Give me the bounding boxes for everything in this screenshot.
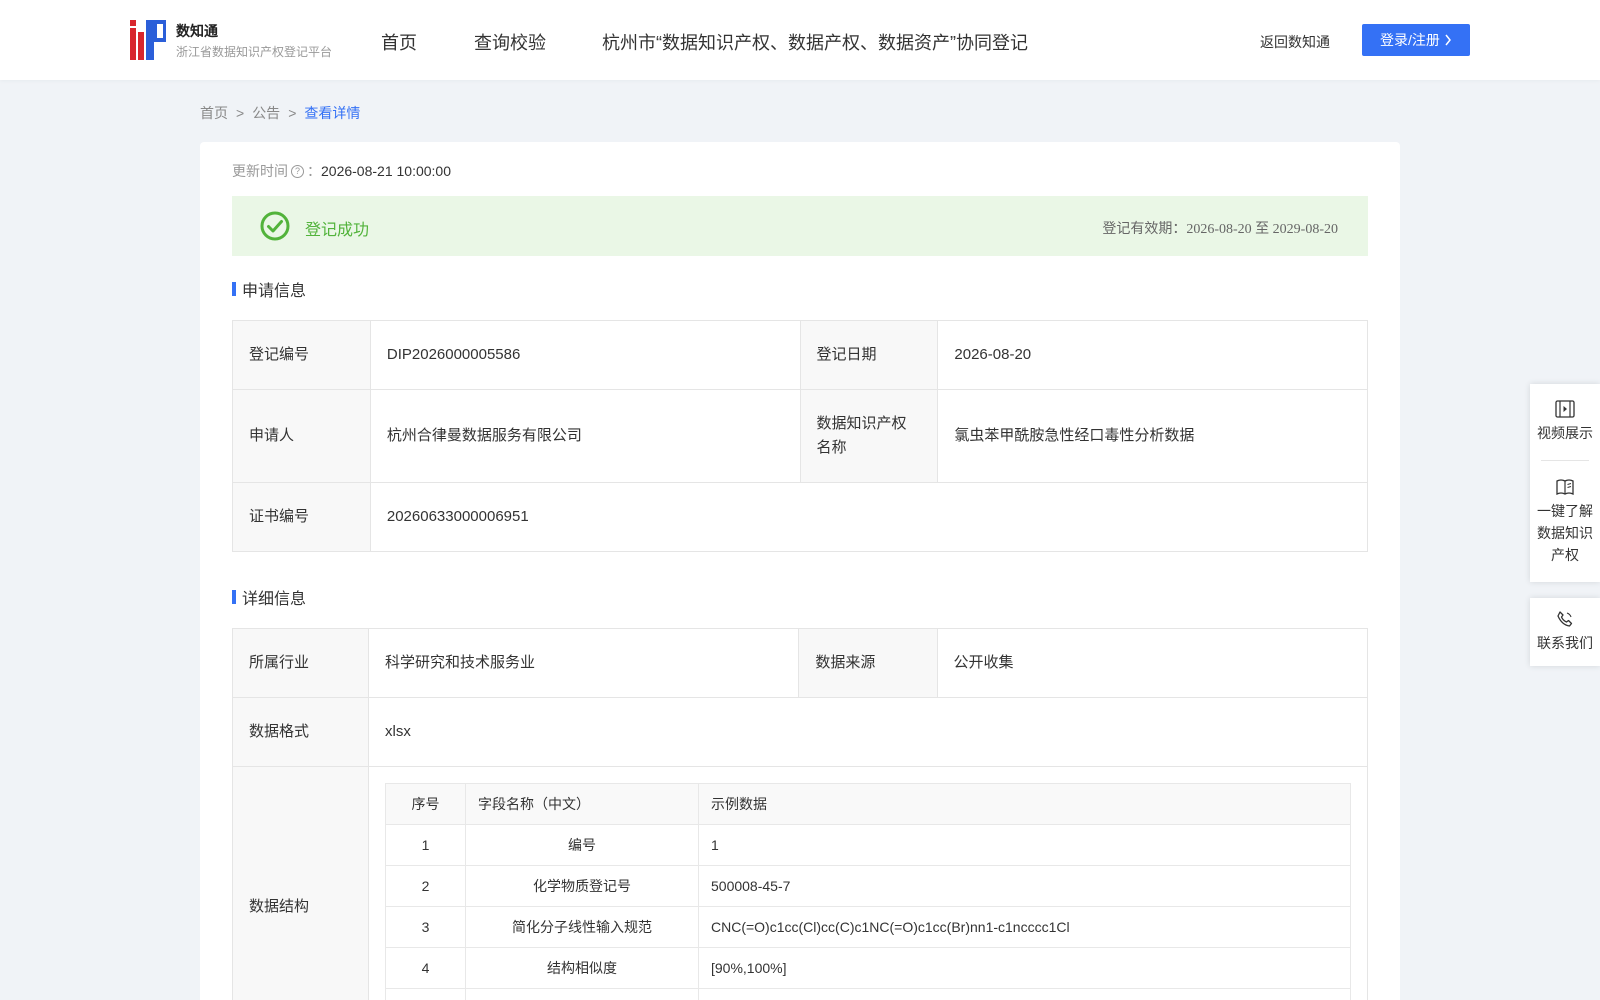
industry-value: 科学研究和技术服务业: [367, 628, 800, 698]
table-row: [385, 988, 1351, 1000]
table-row: 所属行业 科学研究和技术服务业 数据来源 公开收集: [232, 628, 1369, 698]
row-index: 3: [385, 906, 466, 948]
table-row: 4 结构相似度 [90%,100%]: [385, 947, 1351, 989]
registration-status-banner: 登记成功 登记有效期：2026-08-20 至 2029-08-20: [232, 196, 1368, 256]
apply-info-title: 申请信息: [232, 277, 306, 301]
apply-info-title-text: 申请信息: [242, 283, 307, 300]
breadcrumb-home[interactable]: 首页: [200, 105, 228, 121]
row-field-name: 编号: [465, 824, 699, 866]
industry-label: 所属行业: [232, 628, 369, 698]
structure-header-row: 序号 字段名称（中文） 示例数据: [385, 783, 1351, 825]
source-value: 公开收集: [936, 628, 1369, 698]
breadcrumb: 首页 > 公告 > 查看详情: [200, 105, 361, 121]
row-sample: CNC(=O)c1cc(Cl)cc(C)c1NC(=O)c1cc(Br)nn1-…: [698, 906, 1351, 948]
nav-query-verify[interactable]: 查询校验: [474, 29, 546, 55]
status-text: 登记成功: [305, 222, 370, 239]
row-sample: 1: [698, 824, 1351, 866]
col-field-name-header: 字段名称（中文）: [465, 783, 699, 825]
contact-us-button[interactable]: 联系我们: [1530, 598, 1600, 666]
table-row: 3 简化分子线性输入规范 CNC(=O)c1cc(Cl)cc(C)c1NC(=O…: [385, 906, 1351, 948]
back-to-shuzhitong-link[interactable]: 返回数知通: [1260, 32, 1330, 52]
row-index: 4: [385, 947, 466, 989]
reg-no-value: DIP2026000005586: [369, 320, 801, 390]
applicant-label: 申请人: [232, 389, 371, 483]
logo-subtitle: 浙江省数据知识产权登记平台: [176, 45, 333, 59]
row-index: 1: [385, 824, 466, 866]
col-sample-header: 示例数据: [698, 783, 1351, 825]
applicant-value: 杭州合律曼数据服务有限公司: [369, 389, 801, 483]
reg-date-value: 2026-08-20: [937, 320, 1368, 390]
row-field-name: 结构相似度: [465, 947, 699, 989]
table-row: 证书编号 20260633000006951: [232, 482, 1369, 552]
breadcrumb-current: 查看详情: [304, 105, 361, 121]
row-field-name: [465, 988, 699, 1000]
detail-info-title-text: 详细信息: [242, 591, 307, 608]
video-icon: [1555, 400, 1575, 418]
table-row: 数据格式 xlsx: [232, 697, 1368, 767]
check-circle-icon: [260, 211, 290, 241]
learn-data-ip-label: 一键了解数据知识产权: [1537, 502, 1593, 563]
help-icon[interactable]: ?: [291, 164, 304, 178]
reg-date-label: 登记日期: [799, 320, 939, 390]
nav-home[interactable]: 首页: [381, 29, 417, 55]
row-index: [385, 988, 466, 1000]
logo-title: 数知通: [176, 23, 218, 39]
ip-name-label: 数据知识产权名称: [799, 389, 939, 483]
detail-info-title: 详细信息: [232, 585, 306, 609]
cert-no-label: 证书编号: [232, 482, 371, 552]
update-time-colon: ：: [307, 163, 321, 179]
row-field-name: 化学物质登记号: [465, 865, 699, 907]
update-time-value: 2026-08-21 10:00:00: [321, 163, 451, 179]
apply-info-table: 登记编号 DIP2026000005586 登记日期 2026-08-20 申请…: [232, 320, 1369, 552]
table-row: 申请人 杭州合律曼数据服务有限公司 数据知识产权名称 氯虫苯甲酰胺急性经口毒性分…: [232, 389, 1368, 483]
row-sample: 500008-45-7: [698, 865, 1351, 907]
row-field-name: 简化分子线性输入规范: [465, 906, 699, 948]
floating-help-panel: 视频展示 一键了解数据知识产权: [1530, 384, 1600, 582]
login-register-label: 登录/注册: [1380, 32, 1440, 48]
data-structure-table: 序号 字段名称（中文） 示例数据 1 编号 1 2 化学物质登记号 500008…: [385, 783, 1351, 1000]
detail-info-table: 所属行业 科学研究和技术服务业 数据来源 公开收集 数据格式 xlsx 数据结构…: [232, 628, 1369, 1000]
ip-name-value: 氯虫苯甲酰胺急性经口毒性分析数据: [937, 389, 1368, 483]
structure-label: 数据结构: [232, 766, 369, 1000]
book-icon: [1556, 478, 1574, 495]
phone-icon: [1557, 611, 1573, 627]
chevron-right-icon: [1445, 34, 1451, 46]
cert-no-value: 20260633000006951: [369, 482, 1369, 552]
contact-us-label: 联系我们: [1537, 635, 1593, 651]
validity-period: 登记有效期：2026-08-20 至 2029-08-20: [1102, 222, 1338, 237]
source-label: 数据来源: [798, 628, 938, 698]
reg-no-label: 登记编号: [232, 320, 371, 390]
contact-panel: 联系我们: [1530, 598, 1600, 666]
table-row: 数据结构 序号 字段名称（中文） 示例数据 1 编号 1 2 化学物质登记号 5…: [232, 766, 1368, 1000]
top-header: 数知通 浙江省数据知识产权登记平台 首页 查询校验 杭州市“数据知识产权、数据产…: [0, 0, 1600, 80]
row-sample: [698, 988, 1351, 1000]
format-label: 数据格式: [232, 697, 369, 767]
nav-hangzhou-registration[interactable]: 杭州市“数据知识产权、数据产权、数据资产”协同登记: [602, 29, 1028, 55]
detail-card: 更新时间 ? ： 2026-08-21 10:00:00 登记成功 登记有效期：…: [200, 142, 1400, 1000]
table-row: 登记编号 DIP2026000005586 登记日期 2026-08-20: [232, 320, 1368, 390]
learn-data-ip-button[interactable]: 一键了解数据知识产权: [1530, 461, 1600, 582]
breadcrumb-notice[interactable]: 公告: [252, 105, 280, 121]
update-time-label: 更新时间: [232, 163, 288, 179]
update-time: 更新时间 ? ： 2026-08-21 10:00:00: [232, 161, 451, 181]
row-sample: [90%,100%]: [698, 947, 1351, 989]
video-showcase-button[interactable]: 视频展示: [1530, 384, 1600, 460]
table-row: 1 编号 1: [385, 824, 1351, 866]
platform-logo-icon[interactable]: [130, 20, 166, 60]
structure-cell: 序号 字段名称（中文） 示例数据 1 编号 1 2 化学物质登记号 500008…: [368, 766, 1368, 1000]
col-index-header: 序号: [385, 783, 466, 825]
format-value: xlsx: [368, 697, 1368, 767]
table-row: 2 化学物质登记号 500008-45-7: [385, 865, 1351, 907]
login-register-button[interactable]: 登录/注册: [1362, 24, 1470, 56]
row-index: 2: [385, 865, 466, 907]
video-showcase-label: 视频展示: [1537, 425, 1593, 441]
